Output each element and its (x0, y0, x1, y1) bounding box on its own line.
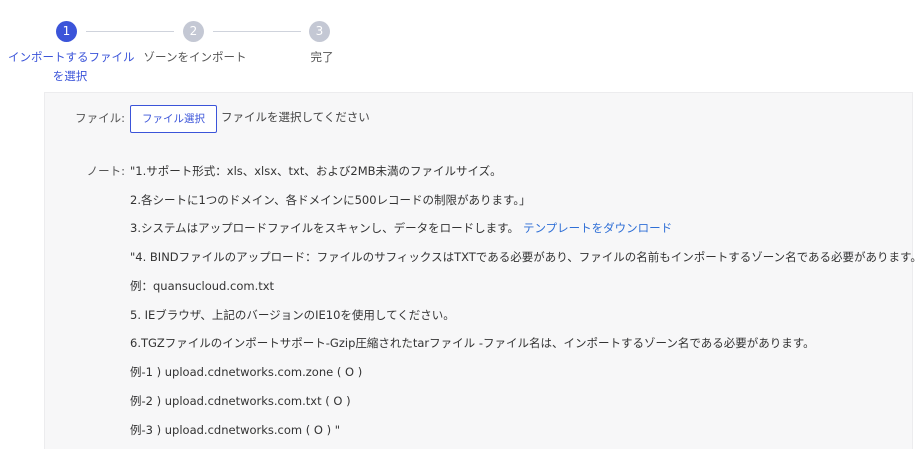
note-line-3-text: 3.システムはアップロードファイルをスキャンし、データをロードします。 (130, 221, 519, 235)
import-page: 1 2 3 インポートするファイル を選択 ゾーンをインポート 完了 ファイル:… (0, 0, 919, 449)
step-connector-1 (86, 31, 174, 32)
note-line-1: "1.サポート形式：xls、xlsx、txt、および2MB未満のファイルサイズ。 (130, 164, 502, 178)
step-indicator: 1 2 3 インポートするファイル を選択 ゾーンをインポート 完了 (0, 0, 919, 95)
note-line-3: 3.システムはアップロードファイルをスキャンし、データをロードします。 テンプレー… (130, 220, 672, 236)
step-2-label: ゾーンをインポート (133, 48, 257, 67)
import-form-panel: ファイル: ファイル選択 ファイルを選択してください ノート: "1.サポート形… (44, 92, 919, 449)
step-3-label-line1: 完了 (310, 50, 334, 64)
file-label: ファイル: (75, 111, 125, 125)
note-line-2: 2.各シートに1つのドメイン、各ドメインに500レコードの制限があります。」 (130, 193, 531, 207)
note-line-6: 5. IEブラウザ、上記のバージョンのIE10を使用してください。 (130, 308, 455, 322)
file-hint-text: ファイルを選択してください (221, 110, 370, 124)
download-template-link[interactable]: テンプレートをダウンロード (523, 221, 672, 235)
note-line-10: 例-3 ) upload.cdnetworks.com ( O ) " (130, 423, 341, 437)
step-3-label: 完了 (280, 48, 364, 67)
choose-file-button[interactable]: ファイル選択 (130, 105, 217, 133)
step-1-label-line1: インポートするファイル (8, 50, 135, 64)
step-1-label: インポートするファイル を選択 (8, 48, 135, 86)
note-line-8: 例-1 ) upload.cdnetworks.com.zone ( O ) (130, 365, 363, 379)
note-line-9: 例-2 ) upload.cdnetworks.com.txt ( O ) (130, 394, 351, 408)
step-3-circle: 3 (309, 21, 330, 42)
note-line-7: 6.TGZファイルのインポートサポート-Gzip圧縮されたtarファイル -ファ… (130, 336, 815, 350)
step-1-circle: 1 (56, 21, 77, 42)
step-connector-2 (213, 31, 301, 32)
note-line-5: 例：quansucloud.com.txt (130, 279, 275, 293)
note-label: ノート: (86, 164, 125, 178)
step-2-label-line1: ゾーンをインポート (143, 50, 247, 64)
step-2-circle: 2 (183, 21, 204, 42)
step-1-label-line2: を選択 (52, 69, 88, 83)
note-line-4: "4. BINDファイルのアップロード：ファイルのサフィックスはTXTである必要… (130, 250, 919, 264)
